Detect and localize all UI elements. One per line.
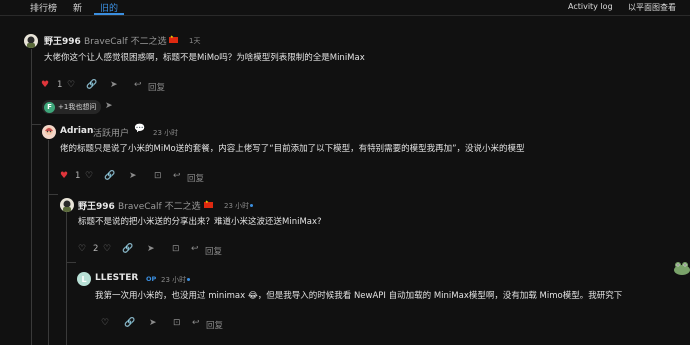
heart-outline-icon[interactable]: ♡: [78, 244, 86, 254]
thread-line: [66, 212, 67, 345]
post-time[interactable]: 1天: [189, 36, 200, 46]
link-icon[interactable]: 🔗: [86, 80, 97, 90]
user-flair: BraveCalf 不二之选: [118, 202, 201, 212]
share-icon[interactable]: ➤: [149, 318, 157, 328]
username[interactable]: Adrian: [60, 126, 93, 136]
op-badge: OP: [146, 275, 157, 283]
bookmark-icon[interactable]: ⊡: [154, 171, 162, 181]
thread-branch: [48, 194, 58, 195]
share-icon[interactable]: ➤: [105, 101, 113, 111]
post-body: 标题不是说的把小米送的分享出来？难道小米这波还送MiniMax?: [78, 217, 322, 227]
share-icon[interactable]: ➤: [147, 244, 155, 254]
post-body: 佬的标题只是说了小米的MiMo送的套餐，内容上佬写了“目前添加了以下模型，有特别…: [60, 144, 525, 154]
thread-line: [48, 140, 49, 345]
unread-dot: [187, 278, 190, 281]
reaction-text: +1我也想问: [58, 103, 97, 111]
top-nav: 排行榜 新 旧的 Activity log 以平面图查看: [0, 0, 690, 16]
thread-branch: [66, 262, 76, 263]
active-tab-indicator: [94, 13, 124, 15]
reply-button[interactable]: 回复: [148, 81, 165, 93]
like-count: 2: [93, 244, 99, 254]
user-flair: BraveCalf 不二之选: [84, 37, 167, 47]
avatar[interactable]: [60, 198, 74, 212]
share-icon[interactable]: ➤: [129, 171, 137, 181]
like-count: 1: [57, 80, 63, 90]
frog-mascot-icon: [672, 258, 690, 276]
reply-button: 回复: [205, 247, 223, 257]
post-body: 大佬你这个让人感觉很困惑啊，标题不是MiMo吗？为啥模型列表限制的全是MiniM…: [44, 53, 365, 63]
heart-outline-icon[interactable]: ♡: [67, 80, 75, 90]
reply-button: 回复: [206, 321, 224, 331]
username[interactable]: LLESTER: [95, 273, 138, 283]
link-icon[interactable]: 🔗: [104, 171, 115, 181]
view-plain-link[interactable]: 以平面图查看: [628, 2, 676, 13]
username[interactable]: 野王996: [78, 199, 115, 212]
heart-icon[interactable]: ♥: [41, 80, 49, 90]
heart-icon[interactable]: ♥: [60, 171, 68, 181]
link-icon[interactable]: 🔗: [124, 318, 135, 328]
chat-bubble-icon: 💬: [134, 124, 146, 134]
reply-icon[interactable]: ↩: [173, 171, 181, 181]
heart-outline-icon[interactable]: ♡: [101, 318, 109, 328]
reply-button: 回复: [187, 174, 205, 184]
post-body: 我第一次用小米的，也没用过 minimax 😂，但是我导入的时候我看 NewAP…: [95, 291, 623, 301]
bookmark-icon[interactable]: ⊡: [173, 318, 181, 328]
avatar[interactable]: L: [77, 272, 91, 286]
tab-new[interactable]: 新: [73, 1, 82, 14]
reply-icon[interactable]: ↩: [191, 244, 199, 254]
post-time[interactable]: 23 小时: [161, 275, 186, 285]
heart-outline-icon[interactable]: ♡: [103, 244, 111, 254]
reaction-avatar: F: [44, 101, 55, 113]
thread-branch: [31, 124, 41, 125]
like-count: 1: [75, 171, 81, 181]
unread-dot: [250, 204, 253, 207]
avatar[interactable]: [24, 34, 38, 48]
bookmark-icon[interactable]: ⊡: [172, 244, 180, 254]
tab-leaderboard[interactable]: 排行榜: [30, 1, 57, 14]
heart-outline-icon[interactable]: ♡: [85, 171, 93, 181]
user-flair: 活跃用户: [93, 129, 130, 139]
share-icon[interactable]: ➤: [110, 80, 118, 90]
post-time[interactable]: 23 小时: [153, 128, 178, 138]
thread-line: [31, 49, 32, 345]
activity-log-link[interactable]: Activity log: [568, 2, 613, 11]
china-flag-icon: [204, 199, 213, 208]
reaction-pill[interactable]: F +1我也想问: [42, 100, 102, 114]
link-icon[interactable]: 🔗: [122, 244, 133, 254]
post-time[interactable]: 23 小时: [224, 201, 249, 211]
reply-icon[interactable]: ↩: [192, 318, 200, 328]
china-flag-icon: [169, 34, 178, 43]
reply-icon[interactable]: ↩: [134, 80, 142, 90]
username[interactable]: 野王996: [44, 34, 81, 47]
avatar[interactable]: [42, 125, 56, 139]
